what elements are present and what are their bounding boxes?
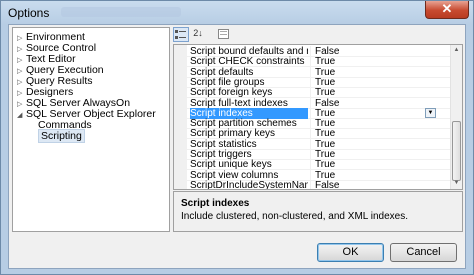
property-pages-button[interactable] [215, 27, 231, 42]
close-icon: ✕ [441, 1, 453, 16]
property-value[interactable]: False [315, 180, 435, 189]
description-panel: Script indexes Include clustered, non-cl… [173, 191, 463, 232]
scroll-down-icon[interactable]: ▼ [451, 178, 462, 189]
property-pages-icon [217, 29, 229, 39]
description-text: Include clustered, non-clustered, and XM… [181, 211, 408, 222]
dialog-body: ▷ Environment ▷ Source Control ▷ Text Editor ▷… [8, 24, 466, 269]
description-title: Script indexes [181, 198, 250, 209]
ok-button[interactable]: OK [317, 243, 384, 262]
title-bar[interactable]: Options ✕ [1, 1, 473, 23]
dropdown-arrow-icon[interactable]: ▼ [425, 107, 436, 118]
vertical-scrollbar[interactable]: ▲ ▼ [450, 45, 462, 189]
expander-icon[interactable]: ◢ [17, 110, 26, 122]
close-button[interactable]: ✕ [425, 1, 469, 19]
scroll-up-icon[interactable]: ▲ [451, 45, 462, 56]
cancel-button[interactable]: Cancel [390, 243, 457, 262]
options-dialog: Options ✕ ▷ Environment ▷ Source Control ▷ Te… [0, 0, 474, 275]
categorized-button[interactable] [173, 27, 189, 42]
scroll-thumb[interactable] [452, 121, 461, 181]
title-redacted-area [61, 7, 181, 17]
alphabetical-button[interactable]: 2↓ [190, 27, 206, 42]
tree-item-label: Scripting [38, 129, 85, 143]
window-title: Options [8, 6, 50, 20]
tree-item[interactable]: Scripting [29, 129, 85, 143]
column-splitter [310, 179, 311, 189]
property-row[interactable]: ScriptDrIncludeSystemNames False [187, 179, 451, 190]
property-name: ScriptDrIncludeSystemNames [190, 179, 308, 190]
property-grid[interactable]: Script bound defaults and rulesFalseScri… [173, 44, 463, 190]
options-tree[interactable]: ▷ Environment ▷ Source Control ▷ Text Editor ▷… [12, 27, 170, 232]
categorized-icon [175, 30, 186, 39]
alphabetical-icon: 2↓ [193, 28, 203, 38]
grid-margin [174, 45, 187, 189]
